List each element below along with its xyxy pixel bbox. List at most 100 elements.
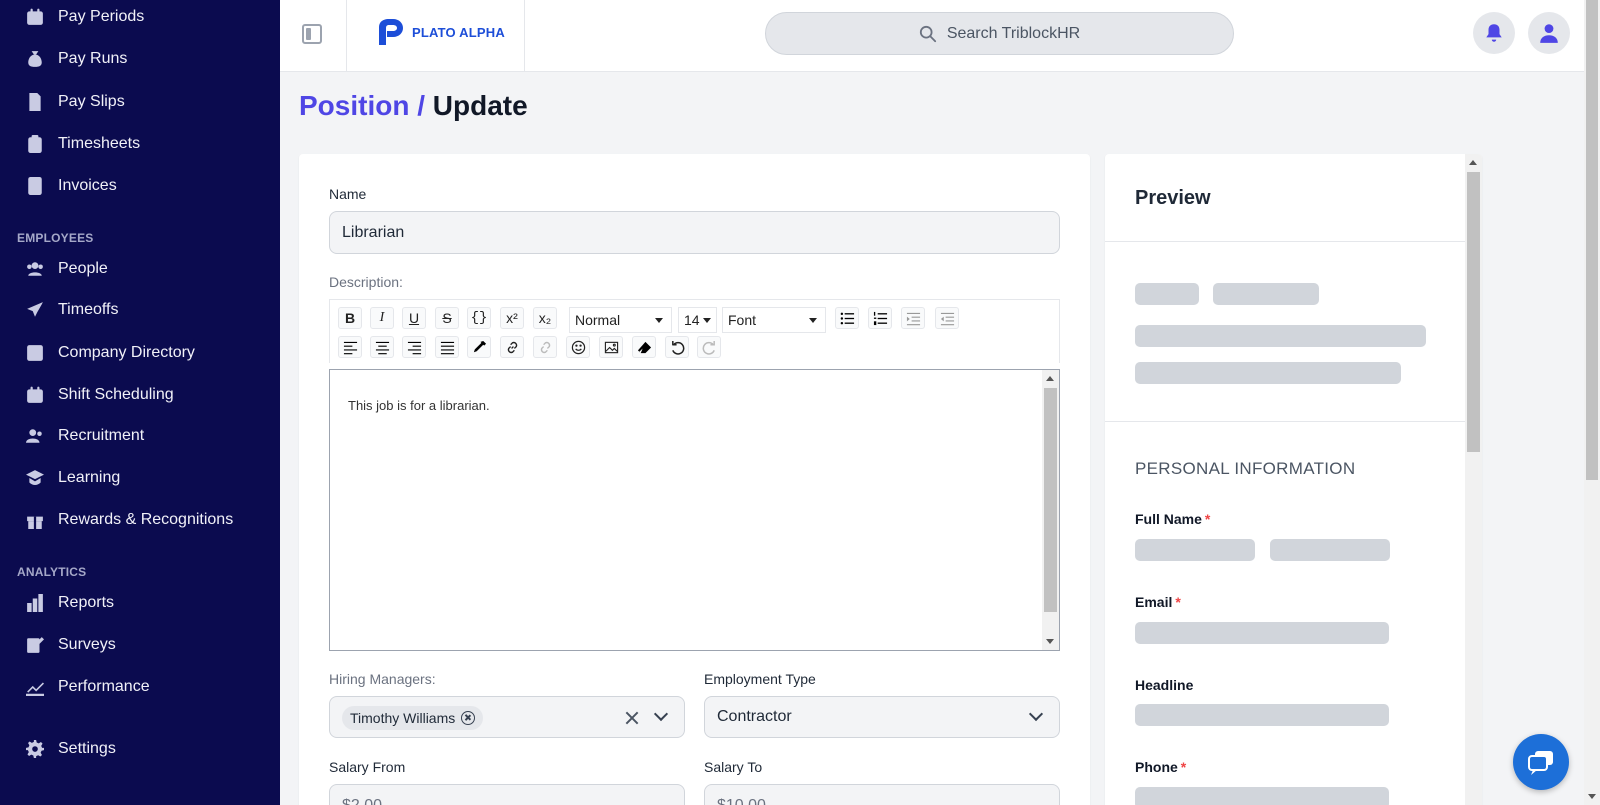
sidebar-item-people[interactable]: People	[26, 257, 108, 281]
description-editor[interactable]: This job is for a librarian.	[329, 369, 1060, 651]
subscript-button[interactable]: x₂	[533, 307, 557, 329]
underline-button[interactable]: U	[402, 307, 426, 329]
bold-button[interactable]: B	[338, 307, 362, 329]
sidebar-item-shift-scheduling[interactable]: Shift Scheduling	[26, 383, 174, 407]
preview-scrollbar[interactable]	[1465, 154, 1482, 805]
color-picker-button[interactable]	[467, 336, 491, 358]
sidebar-toggle-icon[interactable]	[302, 24, 322, 44]
align-right-button[interactable]	[402, 336, 426, 358]
description-text[interactable]: This job is for a librarian.	[348, 398, 490, 413]
paragraph-format-select[interactable]: Normal	[569, 307, 672, 333]
graduation-icon	[26, 469, 44, 487]
outdent-button[interactable]	[935, 307, 959, 329]
sidebar-item-rewards[interactable]: Rewards & Recognitions	[26, 508, 233, 532]
required-mark: *	[1180, 759, 1187, 775]
redo-button[interactable]	[697, 336, 721, 358]
sidebar-item-recruitment[interactable]: Recruitment	[26, 424, 144, 448]
chevron-down-icon[interactable]	[653, 706, 669, 722]
indent-button[interactable]	[901, 307, 925, 329]
sidebar-item-timesheets[interactable]: Timesheets	[26, 132, 140, 156]
document-icon	[26, 93, 44, 111]
hiring-managers-select[interactable]: Timothy Williams	[329, 696, 685, 738]
sidebar-item-label: Timesheets	[58, 135, 141, 152]
redo-icon	[702, 340, 715, 355]
unlink-icon	[540, 341, 550, 353]
app-logo[interactable]: PLATO ALPHA	[376, 17, 505, 47]
strikethrough-button[interactable]: S	[435, 307, 459, 329]
scroll-thumb[interactable]	[1467, 172, 1480, 452]
align-left-icon	[343, 341, 357, 354]
undo-button[interactable]	[665, 336, 689, 358]
search-placeholder: Search TriblockHR	[946, 24, 1081, 42]
italic-button[interactable]: I	[370, 307, 394, 329]
salary-to-field[interactable]: $10.00	[704, 784, 1060, 805]
font-size-value: 14	[684, 312, 700, 328]
preview-card: Preview PERSONAL INFORMATION Full Name * …	[1105, 154, 1482, 805]
caret-down-icon	[703, 318, 711, 323]
sidebar-item-settings[interactable]: Settings	[26, 737, 116, 761]
align-justify-button[interactable]	[435, 336, 459, 358]
sidebar-item-label: Settings	[58, 740, 116, 757]
editor-scrollbar[interactable]	[1042, 370, 1059, 650]
image-button[interactable]	[599, 336, 623, 358]
scroll-down-icon[interactable]	[1046, 639, 1054, 644]
numbered-list-icon	[873, 311, 887, 325]
align-left-button[interactable]	[338, 336, 362, 358]
code-block-button[interactable]: {}	[467, 307, 491, 329]
outdent-icon	[940, 312, 954, 325]
employment-type-select[interactable]: Contractor	[704, 696, 1060, 738]
logo-text: PLATO ALPHA	[412, 24, 505, 40]
clear-icon[interactable]	[625, 711, 639, 725]
salary-from-field[interactable]: $2.00	[329, 784, 685, 805]
font-size-select[interactable]: 14	[678, 307, 717, 333]
scroll-thumb[interactable]	[1586, 0, 1598, 480]
font-family-value: Font	[728, 312, 757, 328]
scroll-down-icon[interactable]	[1588, 794, 1596, 799]
user-icon	[1540, 24, 1558, 43]
sidebar-item-company-directory[interactable]: Company Directory	[26, 341, 195, 365]
scroll-up-icon[interactable]	[1469, 160, 1477, 165]
section-label-employees: EMPLOYEES	[17, 231, 94, 245]
page-title-current: Update	[432, 90, 528, 121]
notifications-button[interactable]	[1473, 12, 1515, 54]
remove-chip-icon[interactable]	[461, 711, 476, 725]
salary-from-value: $2.00	[342, 797, 382, 805]
superscript-button[interactable]: x²	[500, 307, 524, 329]
gift-icon	[26, 511, 44, 529]
search-input[interactable]: Search TriblockHR	[765, 12, 1234, 55]
sidebar-item-pay-slips[interactable]: Pay Slips	[26, 90, 125, 114]
profile-button[interactable]	[1528, 12, 1570, 54]
breadcrumb[interactable]: Position /	[299, 90, 425, 121]
sidebar-item-label: Surveys	[58, 636, 116, 653]
sidebar-item-pay-periods[interactable]: Pay Periods	[26, 5, 144, 29]
numbered-list-button[interactable]	[868, 307, 892, 329]
scroll-thumb[interactable]	[1044, 388, 1057, 612]
unlink-button[interactable]	[533, 336, 557, 358]
employment-type-value: Contractor	[717, 708, 792, 725]
clear-format-button[interactable]	[632, 336, 656, 358]
page-title: Position / Update	[299, 90, 528, 122]
scroll-up-icon[interactable]	[1046, 376, 1054, 381]
sidebar-item-reports[interactable]: Reports	[26, 591, 114, 615]
sidebar-item-pay-runs[interactable]: Pay Runs	[26, 47, 127, 71]
sidebar-item-label: Invoices	[58, 177, 117, 194]
bullet-list-button[interactable]	[835, 307, 859, 329]
sidebar-item-surveys[interactable]: Surveys	[26, 633, 116, 657]
sidebar-item-label: Pay Slips	[58, 93, 125, 110]
section-label-analytics: ANALYTICS	[17, 565, 87, 579]
emoji-button[interactable]	[566, 336, 590, 358]
page-scrollbar[interactable]	[1584, 0, 1600, 805]
required-mark: *	[1175, 594, 1181, 610]
sidebar-item-performance[interactable]: Performance	[26, 675, 150, 699]
font-family-select[interactable]: Font	[722, 307, 826, 333]
align-center-button[interactable]	[370, 336, 394, 358]
sidebar-item-learning[interactable]: Learning	[26, 466, 120, 490]
sidebar-item-timeoffs[interactable]: Timeoffs	[26, 298, 118, 322]
name-field[interactable]: Librarian	[329, 211, 1060, 254]
skeleton-placeholder	[1135, 787, 1389, 805]
trend-icon	[26, 678, 44, 696]
link-button[interactable]	[500, 336, 524, 358]
header-divider	[346, 0, 347, 72]
chat-button[interactable]	[1513, 734, 1569, 790]
sidebar-item-invoices[interactable]: Invoices	[26, 174, 117, 198]
